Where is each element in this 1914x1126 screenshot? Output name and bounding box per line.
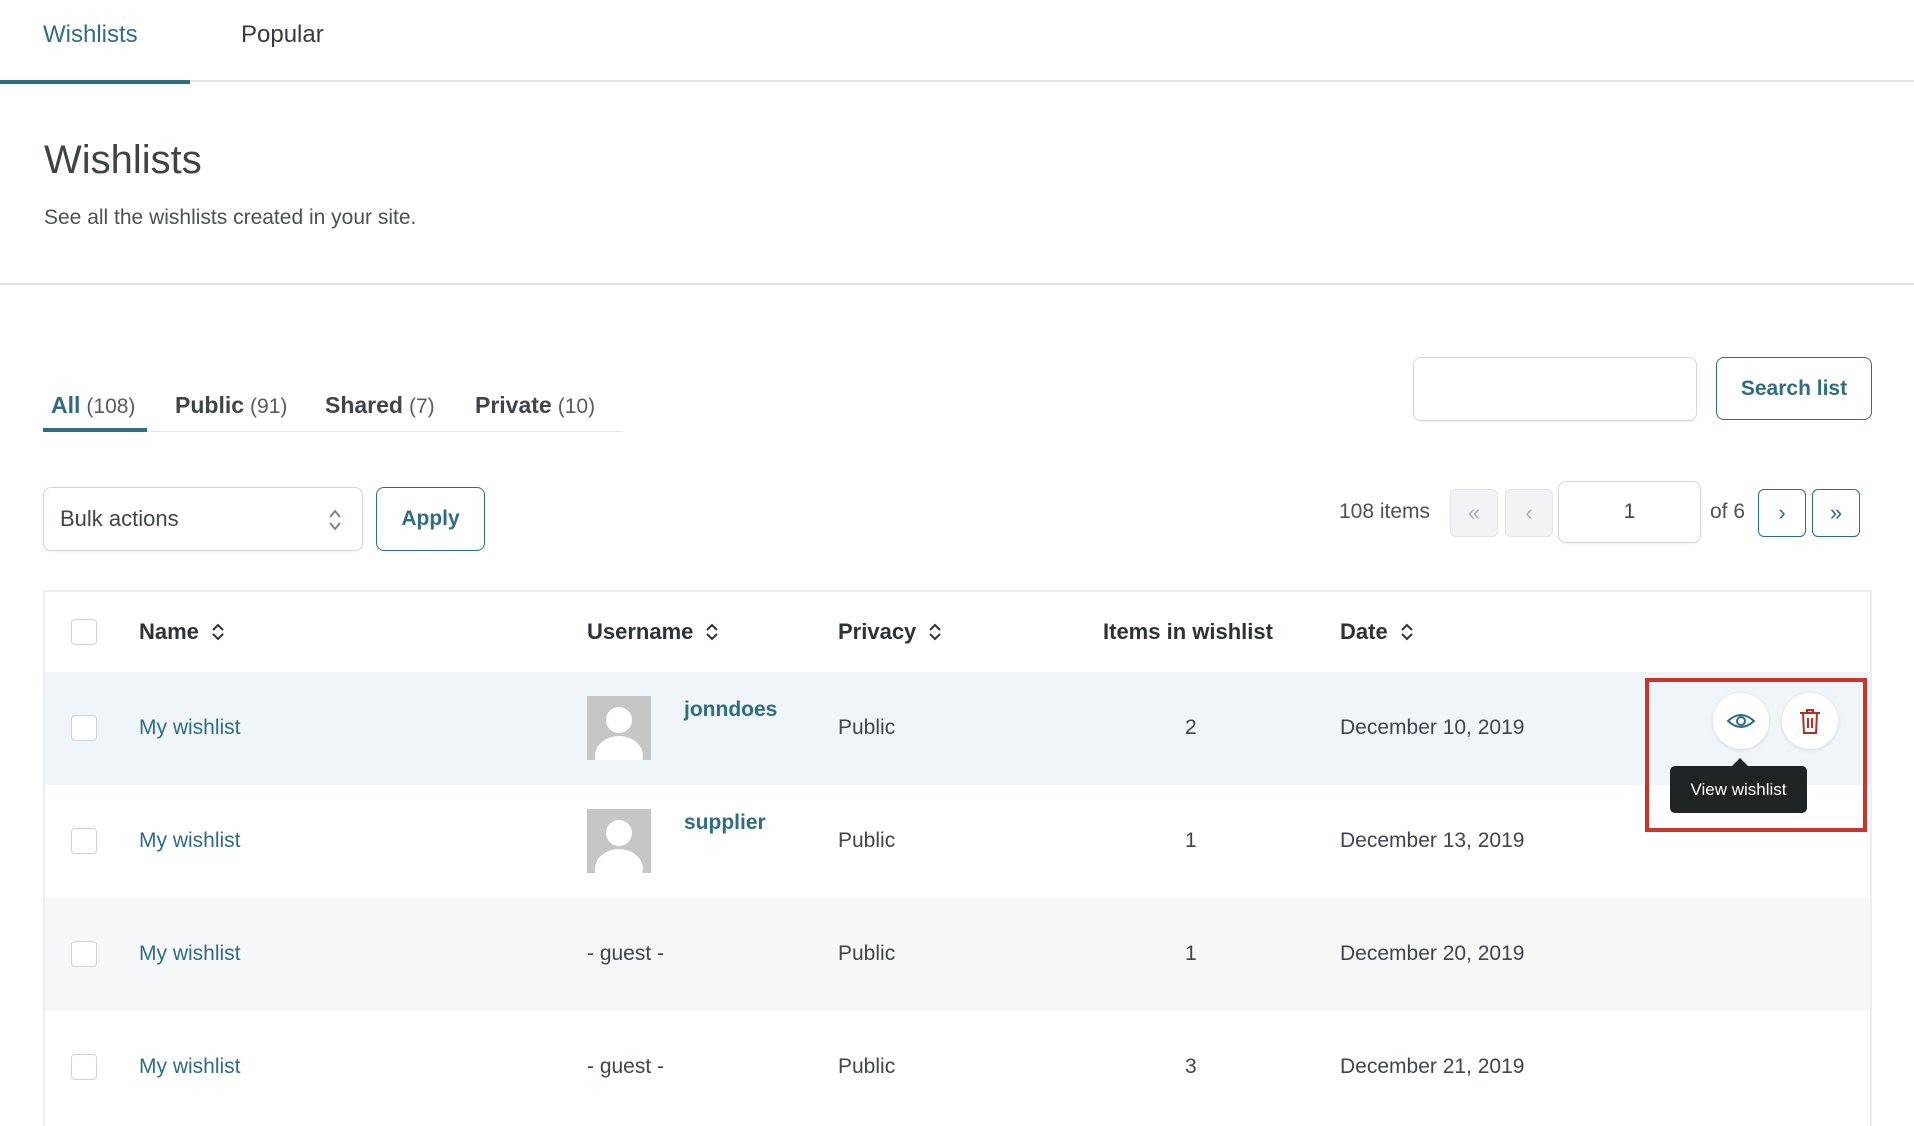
items-count-value: 3	[1185, 1055, 1197, 1078]
sort-icon	[929, 623, 942, 641]
privacy-value: Public	[838, 829, 896, 852]
items-count-value: 2	[1185, 716, 1197, 739]
username-link[interactable]: supplier	[684, 811, 766, 835]
table-row[interactable]: My wishlist supplier Public 1 December 1…	[45, 785, 1870, 898]
filter-all-label: All	[51, 392, 81, 418]
items-count: 108 items	[1339, 500, 1431, 523]
table-row[interactable]: My wishlist - guest - Public 1 December …	[45, 898, 1870, 1011]
filter-shared-label: Shared	[325, 392, 403, 418]
page-description: See all the wishlists created in your si…	[44, 206, 417, 229]
column-privacy[interactable]: Privacy	[838, 619, 942, 645]
select-all-checkbox[interactable]	[71, 619, 97, 645]
search-list-button[interactable]: Search list	[1716, 357, 1872, 420]
wishlist-name-link[interactable]: My wishlist	[139, 716, 241, 740]
privacy-value: Public	[838, 942, 896, 965]
date-value: December 10, 2019	[1340, 716, 1525, 739]
current-page-input[interactable]	[1558, 481, 1701, 543]
filter-public-count: (91)	[250, 395, 288, 418]
table-row[interactable]: My wishlist jonndoes Public 2 December 1…	[45, 672, 1870, 785]
bulk-actions-value: Bulk actions	[60, 506, 179, 531]
date-value: December 20, 2019	[1340, 942, 1525, 965]
column-username[interactable]: Username	[587, 619, 719, 645]
row-checkbox[interactable]	[71, 828, 97, 854]
column-name[interactable]: Name	[139, 619, 225, 645]
filter-shared-count: (7)	[408, 395, 435, 418]
date-value: December 21, 2019	[1340, 1055, 1525, 1078]
filter-shared[interactable]: Shared (7)	[325, 392, 435, 419]
privacy-filter-tabs: All (108) Public (91) Shared (7) Private (10…	[43, 384, 623, 432]
privacy-value: Public	[838, 716, 896, 739]
last-page-button[interactable]: »	[1812, 489, 1860, 537]
search-input[interactable]	[1413, 357, 1697, 421]
date-value: December 13, 2019	[1340, 829, 1525, 852]
active-tab-indicator	[0, 80, 190, 84]
filter-private[interactable]: Private (10)	[475, 392, 595, 419]
filter-private-label: Private	[475, 392, 552, 418]
column-name-label: Name	[139, 619, 199, 644]
table-row[interactable]: My wishlist - guest - Public 3 December …	[45, 1011, 1870, 1124]
avatar	[587, 696, 651, 760]
select-updown-icon	[329, 509, 341, 531]
sort-icon	[706, 623, 719, 641]
highlight-annotation	[1645, 678, 1867, 832]
filter-public-label: Public	[175, 392, 245, 418]
user-silhouette-icon	[595, 707, 643, 760]
row-checkbox[interactable]	[71, 1054, 97, 1080]
column-items-in-wishlist: Items in wishlist	[1103, 619, 1273, 645]
filter-all[interactable]: All (108)	[51, 392, 135, 419]
column-privacy-label: Privacy	[838, 619, 917, 644]
row-checkbox[interactable]	[71, 715, 97, 741]
sort-icon	[212, 623, 224, 641]
sort-icon	[1400, 623, 1413, 641]
guest-username: - guest -	[587, 942, 665, 965]
next-page-button[interactable]: ›	[1758, 489, 1806, 537]
section-divider	[0, 283, 1914, 285]
column-items-label: Items in wishlist	[1103, 619, 1273, 644]
wishlist-name-link[interactable]: My wishlist	[139, 1055, 241, 1079]
privacy-value: Public	[838, 1055, 896, 1078]
user-silhouette-icon	[595, 820, 643, 873]
table-header: Name Username Privacy Items in wishlist …	[45, 592, 1870, 672]
column-username-label: Username	[587, 619, 694, 644]
prev-page-button[interactable]: ‹	[1505, 489, 1553, 537]
filter-all-count: (108)	[86, 395, 136, 418]
top-tab-bar: Wishlists Popular	[0, 0, 1914, 84]
wishlist-name-link[interactable]: My wishlist	[139, 942, 241, 966]
column-date[interactable]: Date	[1340, 619, 1414, 645]
row-checkbox[interactable]	[71, 941, 97, 967]
tab-popular[interactable]: Popular	[241, 21, 324, 49]
wishlist-name-link[interactable]: My wishlist	[139, 829, 241, 853]
bulk-actions-select[interactable]: Bulk actions	[43, 487, 363, 551]
wishlists-table: Name Username Privacy Items in wishlist …	[43, 590, 1872, 1126]
guest-username: - guest -	[587, 1055, 665, 1078]
first-page-button[interactable]: «	[1450, 489, 1498, 537]
username-link[interactable]: jonndoes	[684, 698, 777, 722]
page-title: Wishlists	[44, 138, 202, 182]
tab-wishlists[interactable]: Wishlists	[43, 21, 138, 49]
filter-private-count: (10)	[557, 395, 596, 418]
items-count-value: 1	[1185, 829, 1197, 852]
items-count-value: 1	[1185, 942, 1197, 965]
apply-button[interactable]: Apply	[376, 487, 485, 551]
column-date-label: Date	[1340, 619, 1388, 644]
active-filter-indicator	[43, 428, 147, 432]
avatar	[587, 809, 651, 873]
total-pages-label: of 6	[1710, 500, 1746, 523]
filter-public[interactable]: Public (91)	[175, 392, 287, 419]
